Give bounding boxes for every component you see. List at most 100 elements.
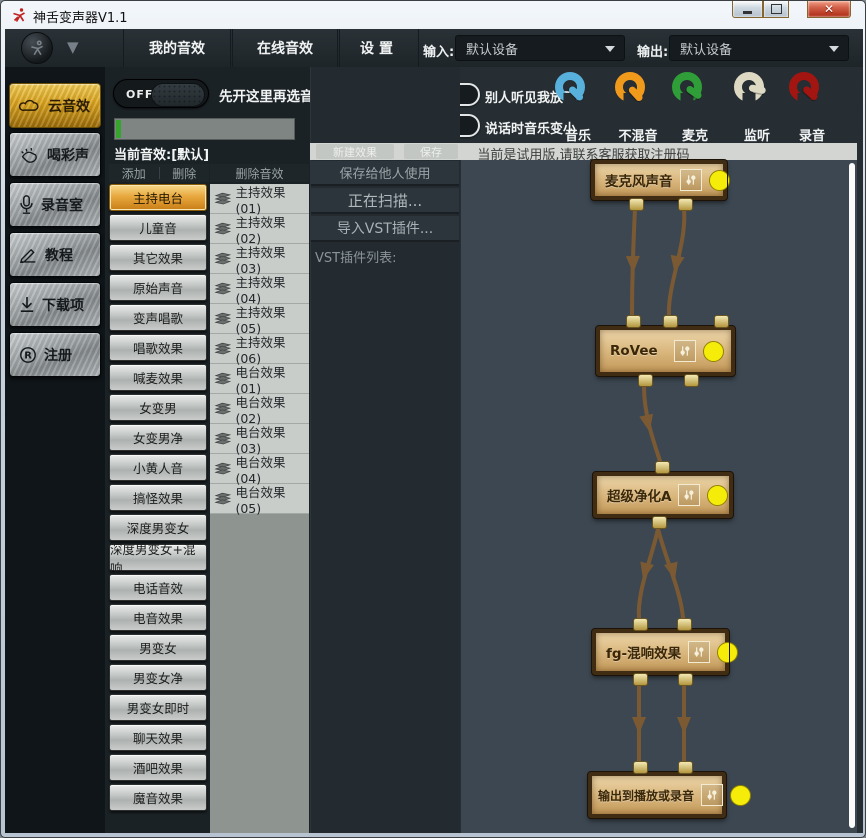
sidebar-item-tutorial[interactable]: 教程 xyxy=(9,232,101,277)
effect-button[interactable]: 搞怪效果 xyxy=(109,484,207,511)
node-label: 输出到播放或录音 xyxy=(598,787,694,804)
preset-item[interactable]: 电台效果(03) xyxy=(210,424,309,454)
effect-button[interactable]: 魔音效果 xyxy=(109,784,207,811)
preset-item[interactable]: 电台效果(05) xyxy=(210,484,309,514)
minimize-button[interactable] xyxy=(732,1,763,18)
effect-button[interactable]: 小黄人音 xyxy=(109,454,207,481)
effect-button[interactable]: 聊天效果 xyxy=(109,724,207,751)
output-jack[interactable] xyxy=(629,198,644,211)
sidebar-item-cloud-effects[interactable]: 云音效 xyxy=(9,83,101,128)
effect-button[interactable]: 儿童音 xyxy=(109,214,207,241)
effect-button[interactable]: 电话音效 xyxy=(109,574,207,601)
close-button[interactable]: ✕ xyxy=(807,1,851,18)
effect-button[interactable]: 原始声音 xyxy=(109,274,207,301)
effect-button[interactable]: 主持电台 xyxy=(109,184,207,211)
power-toggle[interactable]: OFF xyxy=(113,79,209,108)
output-jack[interactable] xyxy=(652,516,667,529)
preset-item[interactable]: 主持效果(05) xyxy=(210,304,309,334)
preset-item[interactable]: 主持效果(02) xyxy=(210,214,309,244)
register-icon: R xyxy=(19,346,37,364)
node-super-purify-a[interactable]: 超级净化A xyxy=(593,472,733,518)
node-indicator-dot[interactable] xyxy=(730,785,751,806)
effect-button[interactable]: 电音效果 xyxy=(109,604,207,631)
knob-label: 不混音 xyxy=(606,125,670,144)
sliders-icon[interactable] xyxy=(688,641,710,663)
preset-item[interactable]: 主持效果(01) xyxy=(210,184,309,214)
preset-item[interactable]: 电台效果(02) xyxy=(210,394,309,424)
input-jack[interactable] xyxy=(633,618,648,631)
output-jack[interactable] xyxy=(638,374,653,387)
sidebar-item-downloads[interactable]: 下载项 xyxy=(9,282,101,327)
effect-button[interactable]: 变声唱歌 xyxy=(109,304,207,331)
tab-my-effects[interactable]: 我的音效 xyxy=(123,29,231,67)
sliders-icon[interactable] xyxy=(678,484,700,506)
vertical-scrollbar[interactable] xyxy=(849,163,855,828)
maximize-button[interactable] xyxy=(763,1,789,18)
microphone-icon xyxy=(19,195,34,215)
input-jack[interactable] xyxy=(678,761,693,774)
preset-item[interactable]: 主持效果(03) xyxy=(210,244,309,274)
import-vst-button[interactable]: 导入VST插件... xyxy=(311,216,459,242)
preset-item[interactable]: 电台效果(01) xyxy=(210,364,309,394)
preset-item[interactable]: 主持效果(06) xyxy=(210,334,309,364)
effect-button[interactable]: 女变男 xyxy=(109,394,207,421)
record-knob[interactable] xyxy=(789,72,819,102)
node-indicator-dot[interactable] xyxy=(717,642,738,663)
output-jack[interactable] xyxy=(684,374,699,387)
effect-button[interactable]: 酒吧效果 xyxy=(109,754,207,781)
node-fg-reverb[interactable]: fg-混响效果 xyxy=(592,629,729,675)
node-indicator-dot[interactable] xyxy=(707,485,728,506)
output-jack[interactable] xyxy=(678,673,693,686)
sidebar-item-label: 云音效 xyxy=(48,96,90,116)
input-jack[interactable] xyxy=(663,315,678,328)
sidebar-item-recording-studio[interactable]: 录音室 xyxy=(9,182,101,227)
input-jack[interactable] xyxy=(714,315,729,328)
node-indicator-dot[interactable] xyxy=(703,341,724,362)
add-effect-button[interactable]: 添加 xyxy=(109,165,159,182)
sliders-icon[interactable] xyxy=(701,784,723,806)
minimize-icon xyxy=(743,11,752,14)
input-jack[interactable] xyxy=(655,461,670,474)
delete-effect-button[interactable]: 删除 xyxy=(160,165,210,182)
node-rovee[interactable]: RoVee xyxy=(596,326,735,376)
dropdown-caret-icon[interactable]: ▼ xyxy=(67,38,79,56)
node-output-playback[interactable]: 输出到播放或录音 xyxy=(588,772,726,818)
effect-button[interactable]: 男变女 xyxy=(109,634,207,661)
preset-label: 电台效果(04) xyxy=(235,452,309,486)
effect-button[interactable]: 唱歌效果 xyxy=(109,334,207,361)
node-indicator-dot[interactable] xyxy=(709,170,730,191)
input-jack[interactable] xyxy=(626,315,641,328)
preset-item[interactable]: 电台效果(04) xyxy=(210,454,309,484)
titlebar[interactable]: 神舌变声器V1.1 ✕ xyxy=(1,1,865,29)
input-jack[interactable] xyxy=(677,618,692,631)
save-for-others-button[interactable]: 保存给他人使用 xyxy=(311,161,459,186)
effect-button[interactable]: 其它效果 xyxy=(109,244,207,271)
mic-knob[interactable] xyxy=(672,72,702,102)
output-jack[interactable] xyxy=(678,198,693,211)
no-mix-knob[interactable] xyxy=(615,72,645,102)
effect-button[interactable]: 喊麦效果 xyxy=(109,364,207,391)
sidebar-item-applause[interactable]: 喝彩声 xyxy=(9,132,101,177)
effect-button[interactable]: 男变女净 xyxy=(109,664,207,691)
sidebar-item-register[interactable]: R 注册 xyxy=(9,332,101,377)
output-device-select[interactable]: 默认设备 xyxy=(669,35,849,61)
effect-button[interactable]: 女变男净 xyxy=(109,424,207,451)
input-jack[interactable] xyxy=(633,761,648,774)
book-stack-icon xyxy=(214,492,232,506)
tab-settings[interactable]: 设置 xyxy=(339,29,419,67)
effect-button[interactable]: 深度男变女+混响 xyxy=(109,544,207,571)
monitor-knob[interactable] xyxy=(734,72,764,102)
preset-item[interactable]: 主持效果(04) xyxy=(210,274,309,304)
output-jack[interactable] xyxy=(633,673,648,686)
input-device-select[interactable]: 默认设备 xyxy=(455,35,625,61)
knob-label: 麦克 xyxy=(663,125,727,144)
sliders-icon[interactable] xyxy=(674,340,696,362)
effect-button[interactable]: 深度男变女 xyxy=(109,514,207,541)
tab-online-effects[interactable]: 在线音效 xyxy=(232,29,338,67)
scanning-button[interactable]: 正在扫描... xyxy=(311,188,459,214)
logo-button[interactable] xyxy=(21,32,53,64)
node-microphone-sound[interactable]: 麦克风声音 xyxy=(591,160,727,200)
music-knob[interactable] xyxy=(555,72,585,102)
sliders-icon[interactable] xyxy=(680,169,702,191)
effect-button[interactable]: 男变女即时 xyxy=(109,694,207,721)
